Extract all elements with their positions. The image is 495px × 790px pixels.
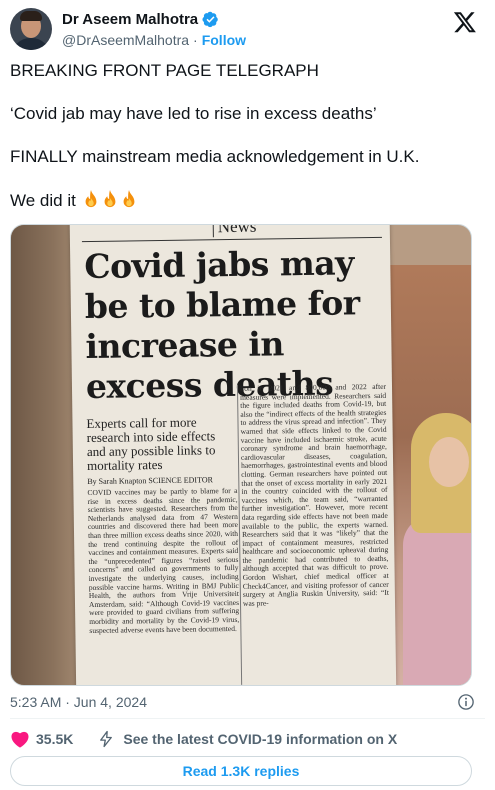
like-button[interactable]: 35.5K (10, 730, 73, 748)
tweet-line-1: BREAKING FRONT PAGE TELEGRAPH (10, 61, 319, 80)
tweet-line-4-text: We did it (10, 191, 76, 210)
author-name[interactable]: Dr Aseem Malhotra (62, 11, 198, 28)
x-logo-icon[interactable] (453, 10, 477, 34)
newspaper-column-2: lion in 2021 and 800,000 and 2022 after … (239, 381, 389, 608)
newspaper-section: News (217, 224, 257, 237)
fire-emoji-icon (104, 190, 115, 208)
author-handle[interactable]: @DrAseemMalhotra (62, 32, 189, 48)
inset-photo-figure (403, 515, 471, 685)
section-rule (81, 236, 382, 243)
fire-emoji-group (81, 190, 138, 210)
section-marker (212, 225, 214, 238)
fire-emoji-icon (85, 190, 96, 208)
newspaper-page: News Covid jabs may be to blame for incr… (69, 224, 397, 685)
author-name-row: Dr Aseem Malhotra (62, 11, 219, 28)
newspaper-byline: By Sarah Knapton SCIENCE EDITOR (87, 475, 213, 487)
tweet-header: Dr Aseem Malhotra @DrAseemMalhotra · Fol… (10, 8, 485, 52)
covid-info-label: See the latest COVID-19 information on X (123, 731, 398, 747)
covid-info-link[interactable]: See the latest COVID-19 information on X (97, 730, 397, 748)
read-replies-button[interactable]: Read 1.3K replies (10, 756, 472, 786)
tweet-line-4: We did it (10, 189, 480, 212)
tweet-line-2: ‘Covid jab may have led to rise in exces… (10, 104, 377, 123)
newspaper-photo[interactable]: News Covid jabs may be to blame for incr… (10, 224, 472, 686)
tweet-line-3: FINALLY mainstream media acknowledgement… (10, 147, 420, 166)
avatar[interactable] (10, 8, 52, 50)
like-count: 35.5K (36, 731, 74, 747)
heart-icon (11, 731, 29, 748)
tweet-card: Dr Aseem Malhotra @DrAseemMalhotra · Fol… (0, 0, 495, 790)
lightning-bolt-icon (100, 730, 113, 748)
handle-row: @DrAseemMalhotra · Follow (62, 32, 246, 48)
separator-dot: · (193, 32, 198, 48)
tweet-text: BREAKING FRONT PAGE TELEGRAPH ‘Covid jab… (10, 60, 480, 233)
fire-emoji-icon (123, 190, 134, 208)
divider (10, 718, 485, 719)
newspaper-column-1: COVID vaccines may be partly to blame fo… (87, 485, 240, 635)
follow-button[interactable]: Follow (202, 32, 246, 48)
newspaper-subhead: Experts call for more research into side… (86, 414, 216, 474)
tweet-timestamp[interactable]: 5:23 AM · Jun 4, 2024 (10, 694, 147, 710)
info-icon[interactable] (457, 693, 475, 711)
verified-badge-icon (202, 11, 218, 28)
inset-photo-face (429, 437, 469, 487)
action-bar: 35.5K See the latest COVID-19 informatio… (10, 728, 397, 750)
